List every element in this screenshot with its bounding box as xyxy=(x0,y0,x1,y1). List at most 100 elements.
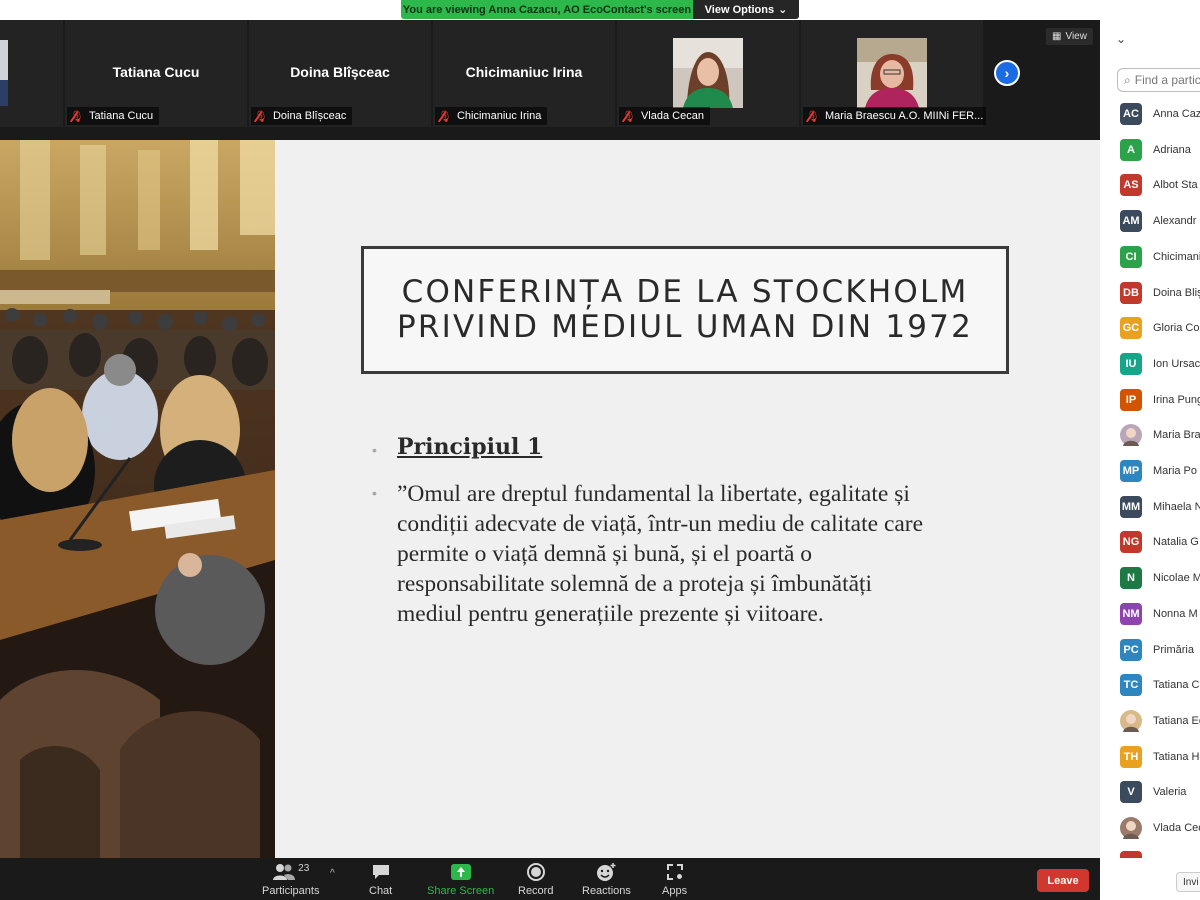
apps-label: Apps xyxy=(662,885,688,897)
participant-name: Irina Pung xyxy=(1153,394,1200,406)
participant-row[interactable]: MM Mihaela N xyxy=(1120,496,1200,518)
search-placeholder: Find a partic xyxy=(1134,73,1200,87)
participant-row[interactable]: Vlada Cec xyxy=(1120,817,1200,839)
apps-button[interactable]: Apps xyxy=(662,862,687,897)
reactions-button[interactable]: Reactions xyxy=(582,862,631,897)
participant-row[interactable]: N Nicolae M xyxy=(1120,567,1200,589)
participant-photo xyxy=(857,38,927,108)
share-screen-button[interactable]: Share Screen xyxy=(427,862,494,897)
principle-heading: Principiul 1 xyxy=(397,434,543,460)
participant-row[interactable]: TH Tatiana H xyxy=(1120,746,1199,768)
participant-row[interactable]: PC Primăria xyxy=(1120,639,1194,661)
participant-name: Doina Bliș xyxy=(1153,287,1200,299)
participant-row[interactable]: NM Nonna M xyxy=(1120,603,1198,625)
search-icon: ⌕ xyxy=(1124,72,1131,87)
participant-avatar: AS xyxy=(1120,174,1142,196)
participant-row[interactable]: MP Maria Po xyxy=(1120,460,1197,482)
chat-button[interactable]: Chat xyxy=(369,862,392,897)
chevron-down-icon: ⌄ xyxy=(778,4,788,16)
quote-line: ”Omul are dreptul fundamental la liberta… xyxy=(397,481,910,507)
view-button[interactable]: ▦ View xyxy=(1046,28,1093,45)
participants-icon xyxy=(273,864,296,880)
participant-avatar: GC xyxy=(1120,317,1142,339)
view-options-label: View Options xyxy=(704,3,775,16)
chevron-down-icon[interactable]: ⌄ xyxy=(1116,32,1126,46)
record-button[interactable]: Record xyxy=(518,862,553,897)
participant-row[interactable]: AC Anna Cazacu xyxy=(1120,103,1200,125)
tile-big-name: Chicimaniuc Irina xyxy=(465,64,583,80)
video-tile-partial[interactable] xyxy=(0,20,63,127)
video-tile[interactable]: 🎙 Vlada Cecan xyxy=(617,20,799,127)
participants-count: 23 xyxy=(298,862,310,874)
invite-button[interactable]: Invi xyxy=(1176,872,1200,892)
participant-name: Gloria Co xyxy=(1153,322,1200,334)
participants-button[interactable]: 23 Participants xyxy=(262,862,319,898)
tile-big-name: Doina Blîșceac xyxy=(290,64,390,80)
video-tile[interactable]: 🎙 Maria Braescu A.O. MIINi FER... xyxy=(801,20,986,127)
participant-avatar: A xyxy=(1120,139,1142,161)
quote-line: permite o viață demnă și bună, și el poa… xyxy=(397,541,813,567)
mic-muted-icon: 🎙 xyxy=(622,110,636,123)
view-options-button[interactable]: View Options ⌄ xyxy=(693,0,799,19)
participant-photo-avatar xyxy=(1120,817,1142,839)
participant-avatar: TC xyxy=(1120,674,1142,696)
quote-line: condiții adecvate de viață, într-un medi… xyxy=(397,511,924,537)
video-tile[interactable]: Chicimaniuc Irina 🎙 Chicimaniuc Irina xyxy=(433,20,615,127)
participant-search-input[interactable]: ⌕ Find a partic xyxy=(1117,68,1200,92)
video-tile[interactable]: Doina Blîșceac 🎙 Doina Blîșceac xyxy=(249,20,431,127)
participant-avatar: IU xyxy=(1120,353,1142,375)
participant-row[interactable]: V Valeria xyxy=(1120,781,1186,803)
participant-name: Ion Ursac xyxy=(1153,358,1200,370)
participant-row[interactable]: DB Doina Bliș xyxy=(1120,282,1200,304)
participant-avatar: AC xyxy=(1120,103,1142,125)
participant-avatar: V xyxy=(1120,781,1142,803)
participant-row[interactable]: IU Ion Ursac xyxy=(1120,353,1200,375)
chevron-up-icon[interactable]: ^ xyxy=(330,868,335,879)
record-icon xyxy=(526,863,545,881)
participant-row[interactable]: CI Chicimani xyxy=(1120,246,1200,268)
meeting-toolbar: 23 Participants ^ Chat Share Screen Reco… xyxy=(0,858,1100,900)
mic-muted-icon: 🎙 xyxy=(806,110,820,123)
participant-avatar: DB xyxy=(1120,282,1142,304)
chat-label: Chat xyxy=(369,885,393,897)
participant-row[interactable]: TC Tatiana C xyxy=(1120,674,1199,696)
participant-row[interactable]: Tatiana Ec xyxy=(1120,710,1200,732)
leave-button[interactable]: Leave xyxy=(1037,869,1089,892)
video-gallery: Tatiana Cucu 🎙 Tatiana Cucu Doina Blîșcea… xyxy=(0,20,1100,127)
participant-row[interactable]: Maria Bra xyxy=(1120,424,1200,446)
chevron-right-icon[interactable]: › xyxy=(994,60,1020,86)
participant-row[interactable]: A Adriana xyxy=(1120,139,1191,161)
participant-avatar: AM xyxy=(1120,210,1142,232)
participant-name: Nicolae M xyxy=(1153,572,1200,584)
record-label: Record xyxy=(518,885,554,897)
participant-photo-avatar xyxy=(1120,710,1142,732)
participant-name: Vlada Cec xyxy=(1153,822,1200,834)
participant-name: Chicimani xyxy=(1153,251,1200,263)
share-screen-icon xyxy=(450,864,471,880)
tile-name-tag: 🎙 Tatiana Cucu xyxy=(67,107,160,125)
participant-avatar: PC xyxy=(1120,639,1142,661)
participant-avatar: CI xyxy=(1120,246,1142,268)
reactions-icon xyxy=(597,863,616,881)
bullet-icon: • xyxy=(372,485,377,501)
participant-row[interactable]: NG Natalia G xyxy=(1120,531,1199,553)
participant-row[interactable]: AM Alexandr xyxy=(1120,210,1196,232)
participant-row[interactable]: IP Irina Pung xyxy=(1120,389,1200,411)
participant-avatar: NM xyxy=(1120,603,1142,625)
participant-name: Maria Bra xyxy=(1153,429,1200,441)
video-tile[interactable]: Tatiana Cucu 🎙 Tatiana Cucu xyxy=(65,20,247,127)
slide-title-line1: CONFERINȚA DE LA STOCKHOLM xyxy=(401,274,969,310)
tile-name-tag: 🎙 Vlada Cecan xyxy=(619,107,710,125)
participant-row[interactable]: GC Gloria Co xyxy=(1120,317,1199,339)
participant-name: Anna Cazacu xyxy=(1153,108,1200,120)
participant-name: Alexandr xyxy=(1153,215,1197,227)
participant-avatar: IP xyxy=(1120,389,1142,411)
participant-name: Nonna M xyxy=(1153,608,1198,620)
tile-big-name: Tatiana Cucu xyxy=(112,64,200,80)
participant-name: Tatiana H xyxy=(1153,751,1200,763)
participant-name: Valeria xyxy=(1153,786,1187,798)
slide-title-box: CONFERINȚA DE LA STOCKHOLM PRIVIND MEDIU… xyxy=(361,246,1009,374)
quote-line: mediul pentru generațiile prezente și vi… xyxy=(397,601,824,627)
participant-row[interactable]: AS Albot Sta xyxy=(1120,174,1198,196)
participant-avatar: N xyxy=(1120,567,1142,589)
